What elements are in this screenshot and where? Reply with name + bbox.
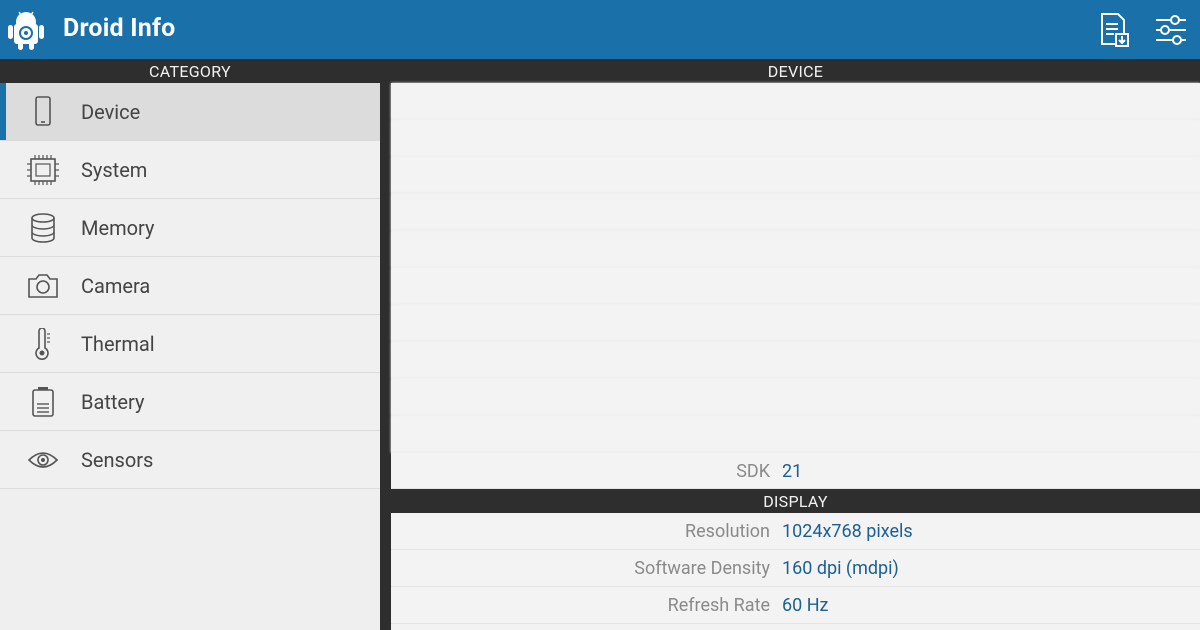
- detail-row: [391, 83, 1200, 120]
- detail-key: SDK: [736, 461, 770, 482]
- category-label: Sensors: [81, 448, 154, 472]
- category-label: Camera: [81, 274, 151, 298]
- display-section-header: DISPLAY: [391, 489, 1200, 513]
- category-label: Device: [81, 100, 141, 124]
- column-divider: [380, 59, 391, 630]
- detail-row-software-density: Software Density 160 dpi (mdpi): [391, 550, 1200, 587]
- export-report-icon[interactable]: [1096, 12, 1132, 48]
- category-list: Device System Memory Camera Thermal Batt…: [0, 83, 380, 489]
- category-header: CATEGORY: [0, 59, 380, 83]
- category-item-thermal[interactable]: Thermal: [0, 315, 380, 373]
- category-label: Thermal: [81, 332, 155, 356]
- detail-row: [391, 305, 1200, 342]
- detail-value: 21: [782, 461, 803, 482]
- detail-key: Refresh Rate: [667, 595, 770, 616]
- display-details-list: Resolution 1024x768 pixels Software Densi…: [391, 513, 1200, 624]
- detail-row: [391, 379, 1200, 416]
- chip-icon: [27, 155, 59, 185]
- phone-icon: [35, 96, 51, 126]
- category-item-device[interactable]: Device: [0, 83, 380, 141]
- database-icon: [31, 213, 55, 243]
- category-item-memory[interactable]: Memory: [0, 199, 380, 257]
- android-logo-icon: [8, 11, 44, 50]
- thermometer-icon: [35, 328, 50, 360]
- detail-key: Resolution: [685, 521, 770, 542]
- detail-row: [391, 231, 1200, 268]
- camera-icon: [28, 274, 58, 298]
- category-label: Battery: [81, 390, 145, 414]
- details-panel: DEVICE SDK 21 DISPLAY Resolution 1024x768 …: [391, 59, 1200, 630]
- category-item-sensors[interactable]: Sensors: [0, 431, 380, 489]
- device-details-list: SDK 21: [391, 83, 1200, 489]
- detail-row: [391, 342, 1200, 379]
- settings-sliders-icon[interactable]: [1153, 12, 1189, 48]
- battery-icon: [32, 387, 54, 417]
- detail-row: [391, 120, 1200, 157]
- detail-value: 1024x768 pixels: [782, 521, 913, 542]
- detail-row: [391, 268, 1200, 305]
- category-label: Memory: [81, 216, 155, 240]
- app-bar: Droid Info: [0, 0, 1200, 59]
- category-item-system[interactable]: System: [0, 141, 380, 199]
- detail-row-resolution: Resolution 1024x768 pixels: [391, 513, 1200, 550]
- detail-row: [391, 194, 1200, 231]
- category-item-camera[interactable]: Camera: [0, 257, 380, 315]
- detail-value: 60 Hz: [782, 595, 829, 616]
- detail-row-sdk: SDK 21: [391, 453, 1200, 489]
- eye-icon: [27, 452, 59, 468]
- detail-row: [391, 157, 1200, 194]
- detail-row: [391, 416, 1200, 453]
- category-item-battery[interactable]: Battery: [0, 373, 380, 431]
- detail-key: Software Density: [634, 558, 770, 579]
- detail-row-refresh-rate: Refresh Rate 60 Hz: [391, 587, 1200, 624]
- category-panel: CATEGORY Device System Memory Camera The…: [0, 59, 380, 630]
- app-title: Droid Info: [63, 14, 176, 43]
- detail-value: 160 dpi (mdpi): [782, 558, 899, 579]
- device-section-header: DEVICE: [391, 59, 1200, 83]
- category-label: System: [81, 158, 148, 182]
